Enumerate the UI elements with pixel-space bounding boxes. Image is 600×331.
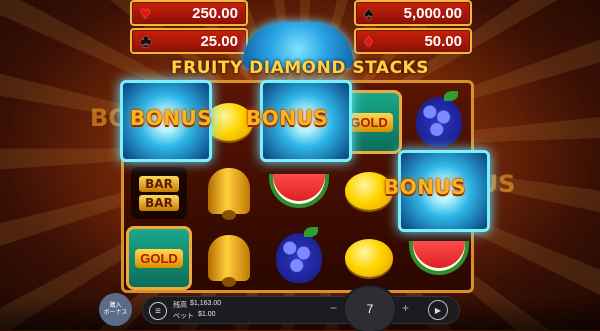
buy-bonus-button[interactable]: 購入 ボーナス xyxy=(99,293,132,326)
bonus-label: BONUS xyxy=(384,175,467,199)
bet-value: $1.00 xyxy=(198,311,216,318)
bonus-label: BONUS xyxy=(130,106,213,130)
bar-label: BAR xyxy=(139,194,179,211)
jackpot-spade: ♠ 5,000.00 xyxy=(354,0,472,26)
spin-button[interactable]: 7 xyxy=(345,287,395,331)
symbol-gold: GOLD xyxy=(126,223,192,293)
bar-label: BAR xyxy=(139,175,179,192)
autoplay-icon: ▶ xyxy=(434,305,442,315)
bonus-label: BONUS xyxy=(246,106,329,130)
jackpot-club: ♣ 25.00 xyxy=(130,28,248,54)
jackpot-heart: ♥ 250.00 xyxy=(130,0,248,26)
spade-icon: ♠ xyxy=(364,3,374,23)
jackpot-value: 5,000.00 xyxy=(403,4,462,22)
balance-label: 残高 xyxy=(173,302,187,309)
symbol-lemon xyxy=(336,223,402,293)
symbol-bell xyxy=(196,156,262,226)
bet-label: ベット xyxy=(173,313,194,320)
menu-icon: ≡ xyxy=(155,305,161,317)
jackpot-diamond: ♦ 50.00 xyxy=(354,28,472,54)
symbol-watermelon xyxy=(266,156,332,226)
increase-bet-button[interactable]: + xyxy=(402,301,409,315)
symbol-bell xyxy=(196,223,262,293)
symbol-watermelon xyxy=(406,223,472,293)
game-title: FRUITY DIAMOND STACKS xyxy=(171,58,429,78)
symbol-grapes xyxy=(406,87,472,157)
heart-icon: ♥ xyxy=(140,3,151,23)
diamond-icon: ♦ xyxy=(364,31,374,51)
symbol-bar: BAR BAR xyxy=(126,158,192,228)
symbol-grapes xyxy=(266,223,332,293)
gold-label: GOLD xyxy=(345,112,393,132)
balance-value: $1,163.00 xyxy=(190,300,222,307)
jackpot-value: 25.00 xyxy=(200,32,238,50)
menu-button[interactable]: ≡ xyxy=(149,302,167,320)
jackpot-value: 250.00 xyxy=(192,4,238,22)
gold-label: GOLD xyxy=(135,248,183,268)
jackpot-value: 50.00 xyxy=(424,32,462,50)
autoplay-button[interactable]: ▶ xyxy=(428,300,448,320)
club-icon: ♣ xyxy=(140,31,152,51)
decrease-bet-button[interactable]: − xyxy=(330,301,337,315)
